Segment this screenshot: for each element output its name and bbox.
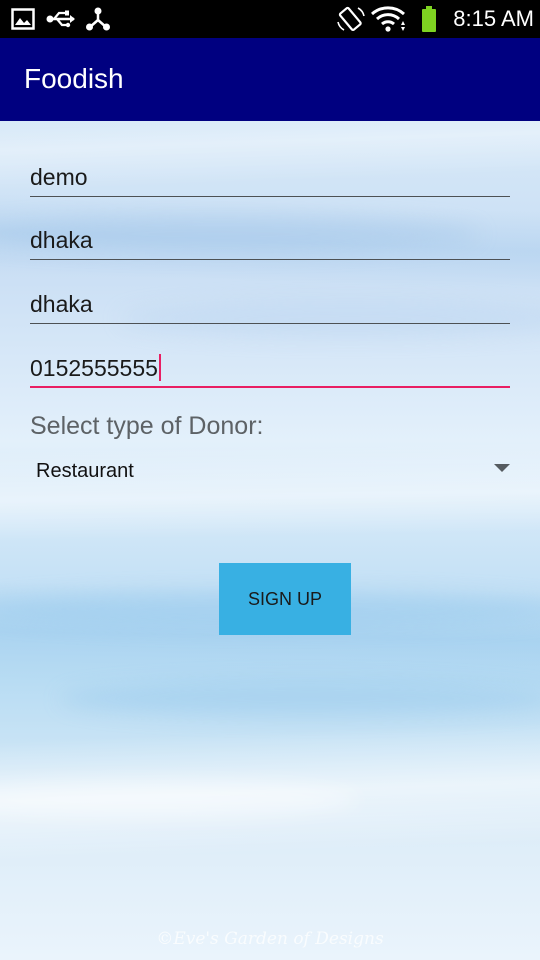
address-field[interactable]: dhaka [30,214,510,260]
donor-type-label: Select type of Donor: [30,412,264,440]
screen-rotation-icon [336,6,366,32]
dropdown-arrow-icon [494,464,510,472]
city-field[interactable]: dhaka [30,278,510,324]
field-underline [30,323,510,324]
text-cursor [158,354,161,381]
address-field-value: dhaka [30,227,93,253]
donor-type-selected: Restaurant [36,460,134,482]
watercolor-streak [0,781,360,817]
name-field[interactable]: demo [30,151,510,197]
phone-field-value: 0152555555 [30,355,158,381]
app-title: Foodish [24,63,124,94]
app-bar: Foodish [0,38,540,121]
form-area: demo dhaka dhaka 0152555555 Select type … [0,121,540,960]
status-bar: 8:15 AM [0,0,540,38]
battery-icon [418,6,440,32]
field-underline-focused [30,386,510,388]
donor-type-dropdown[interactable]: Restaurant [30,453,514,489]
background-watermark: ©Eve's Garden of Designs [156,929,384,949]
field-underline [30,196,510,197]
usb-icon [46,6,76,32]
phone-field-text: 0152555555 [30,354,161,382]
wifi-icon [370,6,408,32]
phone-field[interactable]: 0152555555 [30,342,510,388]
signup-screen: 8:15 AM Foodish demo dhaka dhaka 0152555… [0,0,540,960]
image-icon [10,6,36,32]
name-field-value: demo [30,164,88,190]
field-underline [30,259,510,260]
clock-time: 8:15 AM [453,6,534,31]
watercolor-streak [60,681,540,717]
sign-up-button[interactable]: SIGN UP [219,563,351,635]
city-field-value: dhaka [30,291,93,317]
share-icon [85,6,111,32]
